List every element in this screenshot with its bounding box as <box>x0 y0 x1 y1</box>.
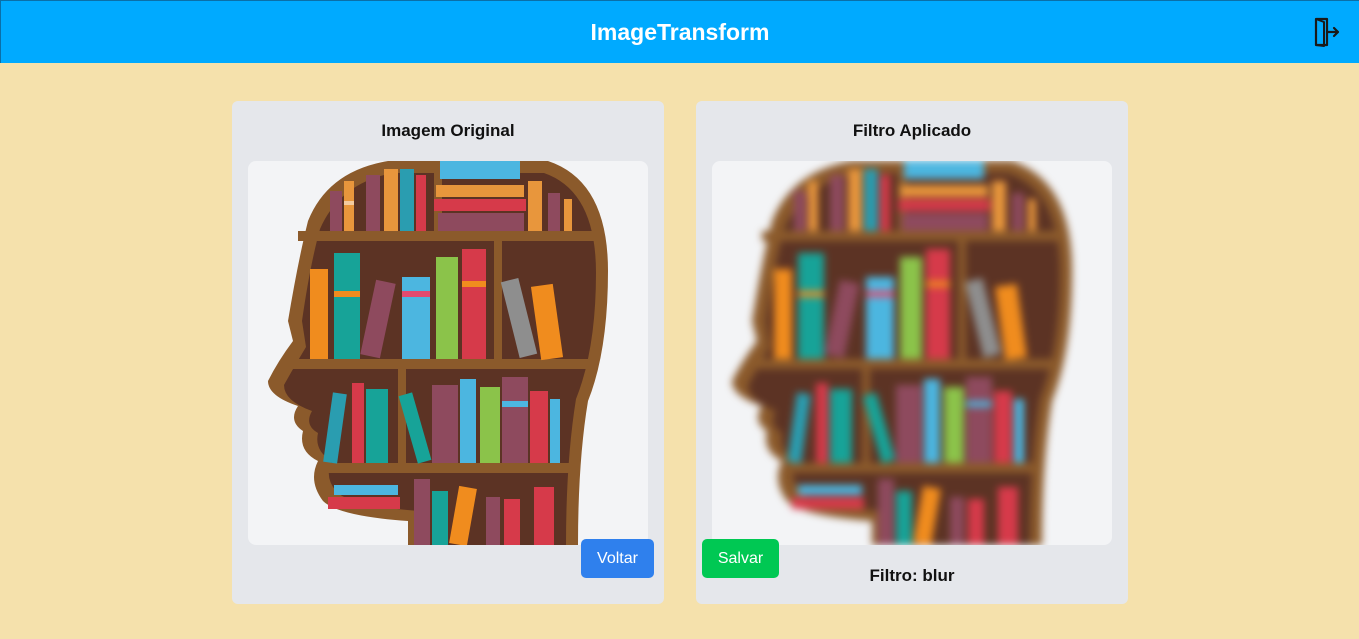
app-header: ImageTransform <box>0 0 1359 63</box>
filtered-image <box>712 161 1112 545</box>
app-title: ImageTransform <box>590 18 770 45</box>
logout-icon[interactable] <box>1313 16 1341 48</box>
filtered-image-card: Filtro Aplicado Salvar Filtro: blur <box>696 101 1128 604</box>
voltar-button[interactable]: Voltar <box>581 539 654 578</box>
filter-label: Filtro: blur <box>869 566 955 585</box>
original-image <box>248 161 648 545</box>
filtered-card-title: Filtro Aplicado <box>852 121 972 140</box>
original-image-card: Imagem Original Voltar <box>232 101 664 604</box>
original-card-title: Imagem Original <box>381 121 515 140</box>
bookshelf-head-illustration-blurred <box>732 161 1072 545</box>
bookshelf-head-illustration <box>268 161 608 545</box>
